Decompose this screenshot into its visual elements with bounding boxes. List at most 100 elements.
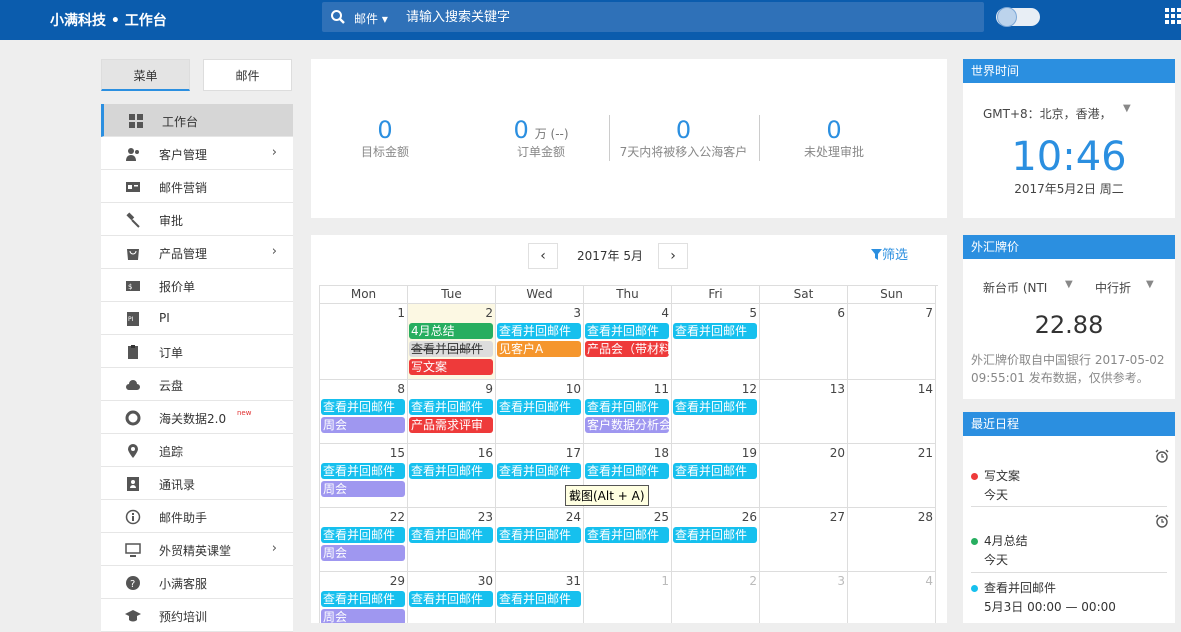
calendar-event[interactable]: 查看并回邮件	[585, 527, 669, 543]
calendar-day-cell[interactable]: 26 查看并回邮件	[672, 508, 760, 572]
calendar-event[interactable]: 查看并回邮件	[321, 527, 405, 543]
calendar-day-cell[interactable]: 11 查看并回邮件 客户数据分析会	[584, 380, 672, 444]
calendar-event[interactable]: 见客户A	[497, 341, 581, 357]
currency-select[interactable]: 新台币 (NTI	[983, 279, 1047, 296]
sidebar-item[interactable]: 审批	[101, 203, 293, 236]
sidebar-item[interactable]: 海关数据2.0 new	[101, 401, 293, 434]
calendar-event[interactable]: 查看并回邮件	[321, 591, 405, 607]
calendar-event[interactable]: 周会	[321, 545, 405, 561]
calendar-day-cell[interactable]: 6	[760, 304, 848, 380]
calendar-day-cell[interactable]: 15 查看并回邮件 周会	[320, 444, 408, 508]
calendar-day-cell[interactable]: 16 查看并回邮件	[408, 444, 496, 508]
sidebar-item[interactable]: PI PI	[101, 302, 293, 335]
calendar-day-cell[interactable]: 5 查看并回邮件	[672, 304, 760, 380]
search-icon[interactable]	[330, 9, 346, 25]
sidebar-item[interactable]: 追踪	[101, 434, 293, 467]
calendar-event[interactable]: 产品会（带材料	[585, 341, 669, 357]
calendar-day-cell[interactable]: 29 查看并回邮件 周会	[320, 572, 408, 623]
sidebar-item[interactable]: 通讯录	[101, 467, 293, 500]
chevron-right-icon[interactable]: ›	[272, 145, 277, 160]
chevron-right-icon[interactable]: ›	[272, 541, 277, 556]
calendar-event[interactable]: 查看并回邮件	[409, 527, 493, 543]
calendar-day-cell[interactable]: 7	[848, 304, 936, 380]
calendar-day-cell[interactable]: 12 查看并回邮件	[672, 380, 760, 444]
calendar-event[interactable]: 周会	[321, 609, 405, 623]
calendar-event[interactable]: 查看并回邮件	[409, 591, 493, 607]
calendar-day-cell[interactable]: 27	[760, 508, 848, 572]
calendar-day-cell[interactable]: 24 查看并回邮件	[496, 508, 584, 572]
sidebar-item[interactable]: 客户管理 ›	[101, 137, 293, 170]
calendar-event[interactable]: 查看并回邮件	[673, 527, 757, 543]
calendar-day-cell[interactable]: 13	[760, 380, 848, 444]
calendar-day-cell[interactable]: 22 查看并回邮件 周会	[320, 508, 408, 572]
calendar-event[interactable]: 4月总结	[409, 323, 493, 339]
rate-type-caret-icon[interactable]: ▼	[1146, 279, 1154, 290]
schedule-item[interactable]: 查看并回邮件 5月3日 00:00 — 00:00	[971, 579, 1171, 615]
schedule-item[interactable]: 写文案 今天	[971, 467, 1171, 503]
pin-toggle[interactable]	[996, 7, 1040, 27]
sidebar-item[interactable]: 产品管理 ›	[101, 236, 293, 269]
calendar-day-cell[interactable]: 3	[760, 572, 848, 623]
prev-month-button[interactable]: ‹	[528, 243, 558, 269]
calendar-event[interactable]: 查看并回邮件	[321, 399, 405, 415]
apps-grid-icon[interactable]	[1165, 8, 1181, 24]
calendar-day-cell[interactable]: 19 查看并回邮件	[672, 444, 760, 508]
calendar-event[interactable]: 查看并回邮件	[409, 341, 493, 357]
chevron-right-icon[interactable]: ›	[272, 244, 277, 259]
calendar-event[interactable]: 查看并回邮件	[497, 463, 581, 479]
sidebar-item[interactable]: 订单	[101, 335, 293, 368]
calendar-event[interactable]: 查看并回邮件	[497, 323, 581, 339]
tab-mail[interactable]: 邮件	[203, 59, 292, 91]
currency-caret-icon[interactable]: ▼	[1065, 279, 1073, 290]
sidebar-item[interactable]: 工作台	[101, 104, 293, 137]
stat-approval[interactable]: 0 未处理审批	[799, 117, 869, 160]
sidebar-item[interactable]: 预约培训	[101, 599, 293, 632]
calendar-event[interactable]: 查看并回邮件	[673, 323, 757, 339]
sidebar-item[interactable]: $ 报价单	[101, 269, 293, 302]
search-bar[interactable]: 邮件 ▾	[322, 2, 984, 32]
sidebar-item[interactable]: 邮件助手	[101, 500, 293, 533]
next-month-button[interactable]: ›	[658, 243, 688, 269]
tab-menu[interactable]: 菜单	[101, 59, 190, 91]
calendar-day-cell[interactable]: 23 查看并回邮件	[408, 508, 496, 572]
calendar-event[interactable]: 查看并回邮件	[585, 399, 669, 415]
calendar-day-cell[interactable]: 9 查看并回邮件 产品需求评审	[408, 380, 496, 444]
calendar-event[interactable]: 周会	[321, 481, 405, 497]
brand-title[interactable]: 小满科技 • 工作台	[50, 10, 167, 30]
calendar-event[interactable]: 产品需求评审	[409, 417, 493, 433]
search-input[interactable]	[406, 6, 966, 28]
calendar-event[interactable]: 查看并回邮件	[409, 463, 493, 479]
calendar-event[interactable]: 查看并回邮件	[497, 591, 581, 607]
stat-target[interactable]: 0 目标金额	[351, 117, 419, 160]
sidebar-item[interactable]: ? 小满客服	[101, 566, 293, 599]
calendar-event[interactable]: 查看并回邮件	[585, 463, 669, 479]
calendar-day-cell[interactable]: 20	[760, 444, 848, 508]
timezone-select[interactable]: GMT+8：北京，香港，	[983, 105, 1112, 122]
sidebar-item[interactable]: 邮件营销	[101, 170, 293, 203]
calendar-day-cell[interactable]: 1	[320, 304, 408, 380]
calendar-day-cell[interactable]: 30 查看并回邮件	[408, 572, 496, 623]
calendar-day-cell[interactable]: 31 查看并回邮件	[496, 572, 584, 623]
calendar-event[interactable]: 写文案	[409, 359, 493, 375]
filter-button[interactable]: 筛选	[871, 244, 908, 263]
alarm-clock-icon[interactable]	[1155, 449, 1169, 463]
calendar-day-cell[interactable]: 10 查看并回邮件	[496, 380, 584, 444]
calendar-day-cell[interactable]: 21	[848, 444, 936, 508]
stat-public-pool[interactable]: 0 7天内将被移入公海客户	[616, 117, 751, 160]
calendar-day-cell[interactable]: 4 查看并回邮件 产品会（带材料	[584, 304, 672, 380]
calendar-event[interactable]: 客户数据分析会	[585, 417, 669, 433]
calendar-day-cell[interactable]: 2	[672, 572, 760, 623]
calendar-day-cell[interactable]: 3 查看并回邮件 见客户A	[496, 304, 584, 380]
rate-type-select[interactable]: 中行折	[1095, 279, 1131, 296]
calendar-day-cell[interactable]: 1	[584, 572, 672, 623]
calendar-event[interactable]: 查看并回邮件	[321, 463, 405, 479]
search-category-dropdown[interactable]: 邮件 ▾	[354, 10, 388, 27]
sidebar-item[interactable]: 云盘	[101, 368, 293, 401]
sidebar-item[interactable]: 外贸精英课堂 ›	[101, 533, 293, 566]
calendar-event[interactable]: 查看并回邮件	[497, 399, 581, 415]
calendar-day-cell[interactable]: 14	[848, 380, 936, 444]
timezone-caret-icon[interactable]: ▼	[1123, 103, 1131, 114]
calendar-event[interactable]: 查看并回邮件	[497, 527, 581, 543]
calendar-day-cell[interactable]: 4	[848, 572, 936, 623]
calendar-event[interactable]: 查看并回邮件	[673, 399, 757, 415]
